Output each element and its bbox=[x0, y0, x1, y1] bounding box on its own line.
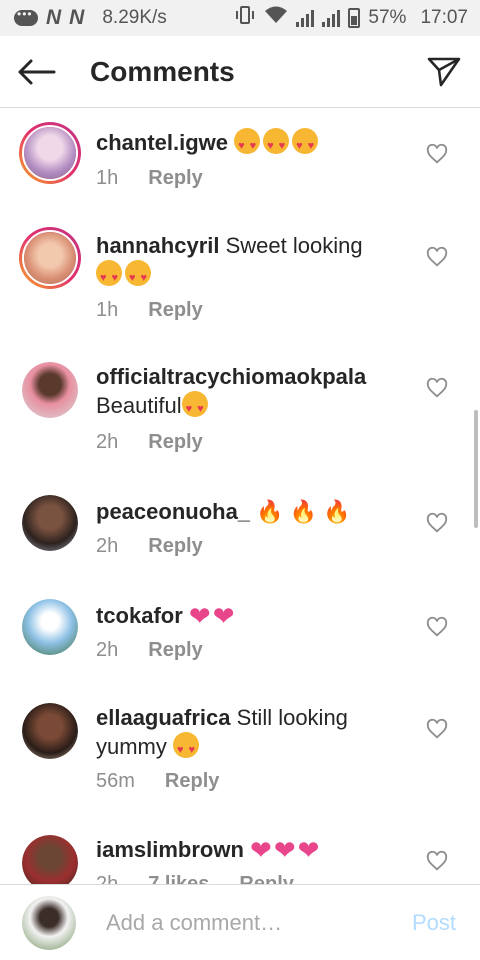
signal-strength-icon bbox=[296, 9, 315, 27]
avatar bbox=[22, 895, 76, 950]
avatar[interactable] bbox=[22, 495, 78, 551]
heart-outline-icon[interactable] bbox=[426, 850, 448, 872]
comment-time: 56m bbox=[96, 770, 135, 792]
comment-time: 1h bbox=[96, 167, 119, 189]
reply-button[interactable]: Reply bbox=[148, 299, 202, 322]
battery-icon bbox=[348, 8, 361, 28]
heart-outline-icon[interactable] bbox=[426, 512, 448, 534]
comment-composer: Post bbox=[0, 884, 480, 960]
heart-outline-icon[interactable] bbox=[426, 143, 448, 165]
avatar[interactable] bbox=[22, 703, 78, 759]
scrollbar[interactable] bbox=[474, 410, 478, 528]
arrow-left-icon bbox=[18, 59, 56, 84]
comment-time: 2h bbox=[96, 431, 119, 453]
comment-time: 2h bbox=[96, 873, 119, 884]
comment-time: 1h bbox=[96, 299, 119, 321]
comment-input[interactable] bbox=[106, 909, 386, 936]
paper-plane-icon bbox=[427, 57, 461, 86]
comment-text: Beautiful bbox=[96, 393, 182, 418]
post-button[interactable]: Post bbox=[412, 910, 456, 936]
heart-eyes-emoji-icon bbox=[173, 732, 202, 765]
fire-emoji-icon: 🔥 🔥 🔥 bbox=[256, 499, 351, 524]
comment-text: yummy bbox=[96, 734, 167, 759]
avatar[interactable] bbox=[19, 122, 81, 184]
reply-button[interactable]: Reply bbox=[239, 873, 293, 884]
comment-text: Still looking bbox=[236, 705, 348, 730]
comment-username[interactable]: chantel.igwe bbox=[96, 130, 228, 155]
back-button[interactable] bbox=[0, 36, 72, 108]
reply-button[interactable]: Reply bbox=[148, 639, 202, 662]
heart-outline-icon[interactable] bbox=[426, 246, 448, 268]
pink-heart-emoji-icon: ❤❤ bbox=[188, 601, 235, 631]
comment-text: Sweet looking bbox=[225, 233, 363, 258]
share-button[interactable] bbox=[408, 36, 480, 108]
heart-outline-icon[interactable] bbox=[426, 616, 448, 638]
battery-percentage: 57% bbox=[368, 7, 407, 28]
comment-time: 2h bbox=[96, 535, 119, 557]
reply-button[interactable]: Reply bbox=[148, 535, 202, 558]
comment-username[interactable]: officialtracychiomaokpala bbox=[96, 364, 366, 389]
heart-eyes-emoji-icon bbox=[96, 260, 154, 293]
reply-button[interactable]: Reply bbox=[165, 770, 219, 793]
comment-username[interactable]: peaceonuoha_ bbox=[96, 499, 250, 524]
notification-n-icon: N bbox=[46, 6, 62, 29]
comment-username[interactable]: tcokafor bbox=[96, 603, 183, 628]
page-title: Comments bbox=[90, 55, 235, 87]
vibrate-icon bbox=[234, 5, 256, 31]
wifi-icon bbox=[264, 5, 288, 31]
app-header: Comments bbox=[0, 36, 480, 108]
comment-username[interactable]: hannahcyril bbox=[96, 233, 219, 258]
message-notification-icon bbox=[14, 7, 38, 26]
comment-time: 2h bbox=[96, 639, 119, 661]
notification-n-icon: N bbox=[69, 6, 85, 29]
status-bar: N N 8.29K/s 57% 17:07 bbox=[0, 0, 480, 36]
avatar[interactable] bbox=[19, 227, 81, 289]
pink-heart-emoji-icon: ❤❤❤ bbox=[250, 835, 320, 865]
reply-button[interactable]: Reply bbox=[148, 431, 202, 454]
comment-username[interactable]: iamslimbrown bbox=[96, 837, 244, 862]
heart-outline-icon[interactable] bbox=[426, 718, 448, 740]
heart-outline-icon[interactable] bbox=[426, 377, 448, 399]
network-speed: 8.29K/s bbox=[102, 7, 167, 28]
avatar[interactable] bbox=[22, 362, 78, 418]
clock: 17:07 bbox=[420, 7, 468, 28]
heart-eyes-emoji-icon bbox=[181, 391, 211, 424]
avatar[interactable] bbox=[22, 835, 78, 884]
signal-strength-icon bbox=[322, 9, 341, 27]
comment-username[interactable]: ellaaguafrica bbox=[96, 705, 231, 730]
avatar[interactable] bbox=[22, 599, 78, 655]
heart-eyes-emoji-icon bbox=[234, 128, 321, 161]
comments-list[interactable]: chantel.igwe 1h Reply hannahcyril Sweet … bbox=[0, 109, 480, 884]
comment-likes[interactable]: 7 likes bbox=[148, 873, 209, 884]
reply-button[interactable]: Reply bbox=[148, 167, 202, 190]
